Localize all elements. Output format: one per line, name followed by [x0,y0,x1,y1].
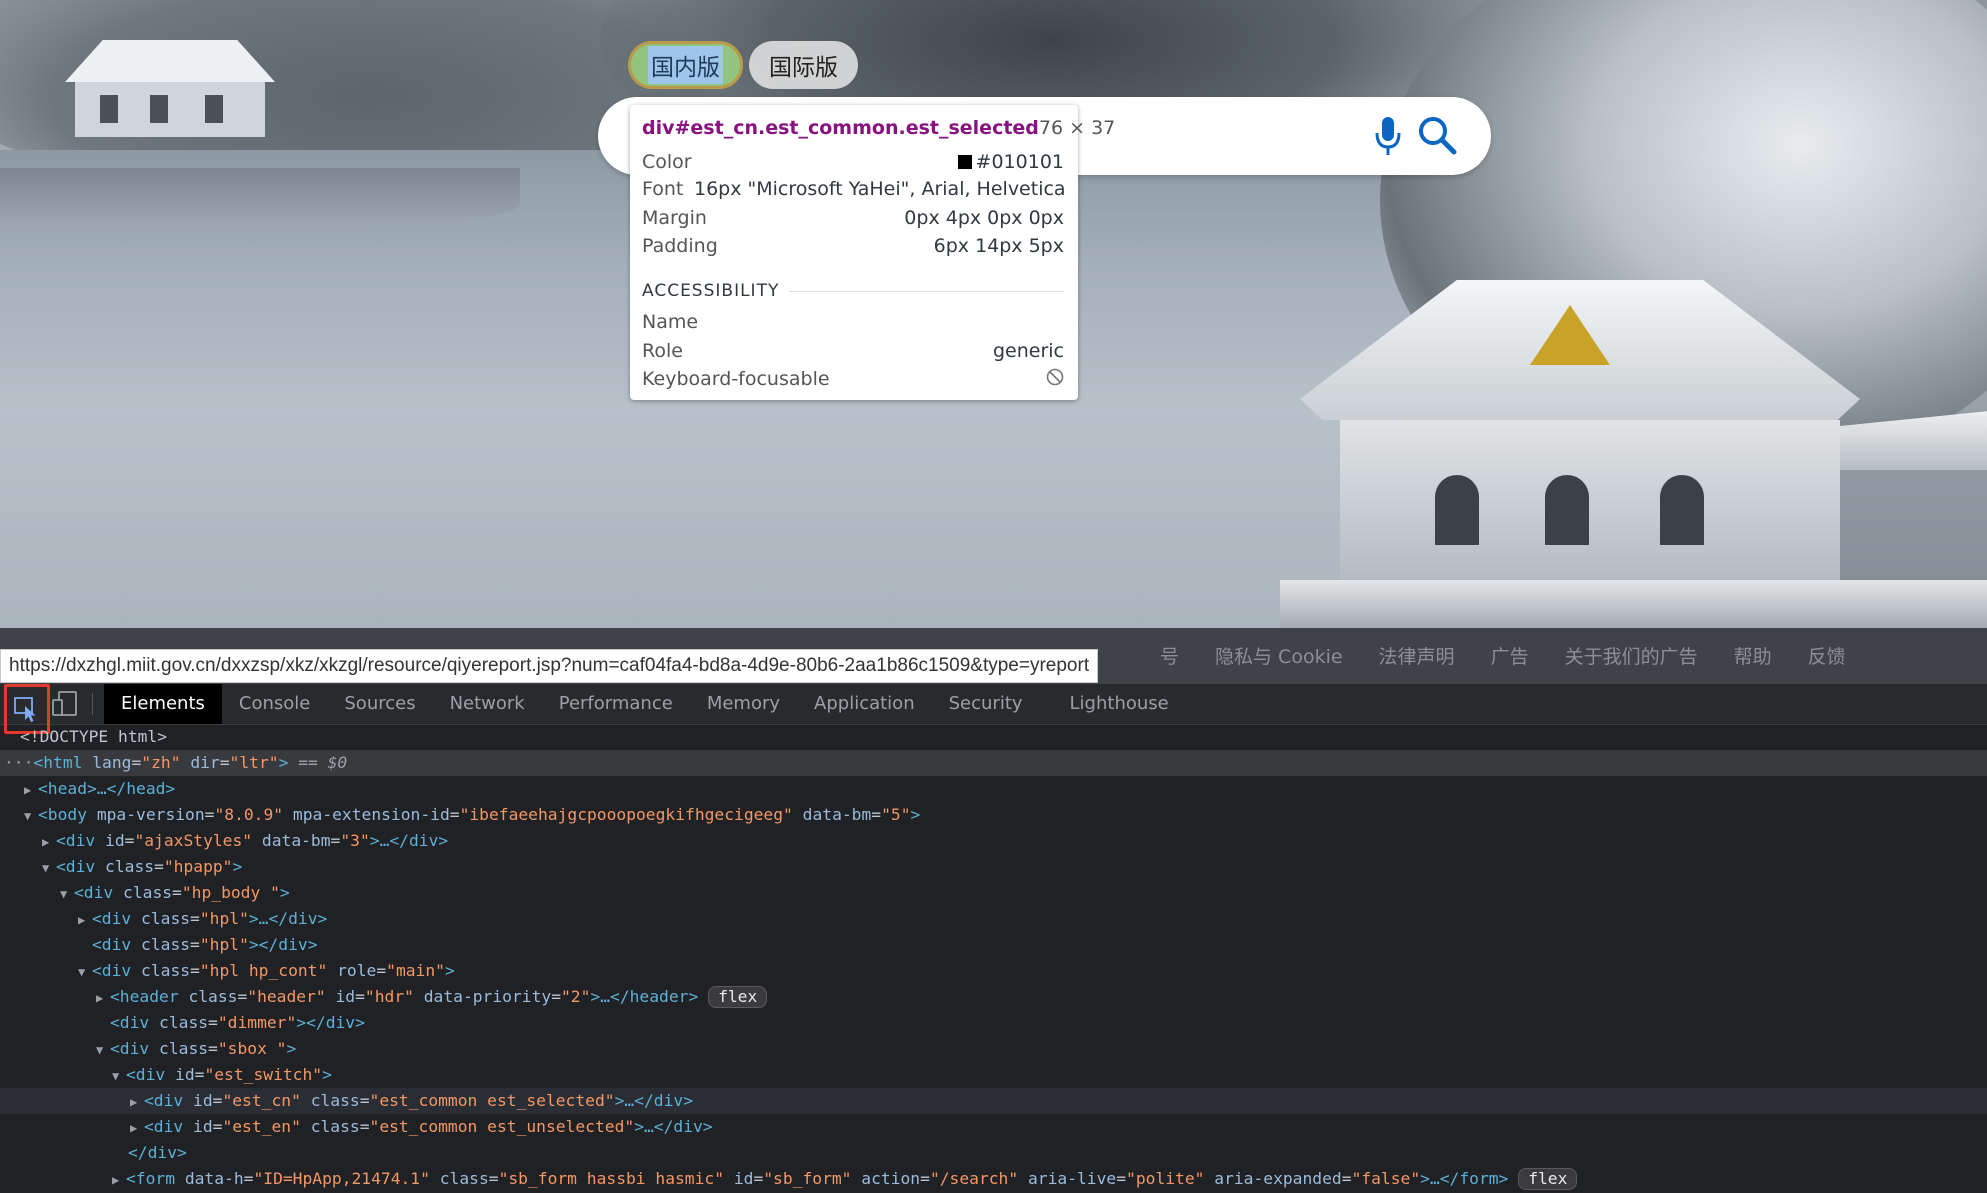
tab-security[interactable]: Security [932,684,1053,724]
dom-line-hp-cont[interactable]: ▼ <div class="hpl hp_cont" role="main"> [0,958,1987,984]
role-label: Role [642,340,683,362]
focusable-label: Keyboard-focusable [642,368,830,390]
tooltip-font-row: Font 16px "Microsoft YaHei", Arial, Helv… [642,178,1064,200]
tooltip-name-row: Name [642,311,1064,333]
color-value: #010101 [975,151,1064,173]
expand-triangle-icon: ▶ [96,991,104,1005]
page-viewport: 国内版 国际版 div#est_cn.est_common.est_select… [0,0,1987,628]
accessibility-heading: ACCESSIBILITY [642,281,1064,301]
background-shore [0,168,520,228]
dom-line-ajaxstyles[interactable]: ▶ <div id="ajaxStyles" data-bm="3">…</div… [0,828,1987,854]
tooltip-size: 76 × 37 [1038,117,1116,139]
tab-elements[interactable]: Elements [104,684,222,724]
dom-line-sbox[interactable]: ▼ <div class="sbox "> [0,1036,1987,1062]
dom-line-hpapp[interactable]: ▼ <div class="hpapp"> [0,854,1987,880]
dom-line-header[interactable]: ▶ <header class="header" id="hdr" data-pr… [0,984,1987,1010]
expand-triangle-icon: ▶ [78,913,86,927]
devtools-toolbar: Elements Console Sources Network Perform… [0,684,1987,734]
name-label: Name [642,311,699,333]
footer-link-legal[interactable]: 法律声明 [1379,642,1455,669]
collapse-triangle-icon: ▼ [96,1043,104,1057]
domestic-version-tab[interactable]: 国内版 [628,41,743,89]
role-value: generic [992,340,1064,362]
tooltip-role-row: Role generic [642,340,1064,362]
margin-label: Margin [642,207,707,229]
tooltip-padding-row: Padding 6px 14px 5px [642,235,1064,257]
expand-triangle-icon: ▶ [130,1095,138,1109]
tooltip-selector: #est_cn.est_common.est_selected [674,117,1039,139]
footer-link-privacy[interactable]: 隐私与 Cookie [1215,642,1343,669]
color-swatch [957,155,972,169]
tooltip-focusable-row: Keyboard-focusable [642,368,1064,390]
dom-tree: <!DOCTYPE html> ···<html lang="zh" dir="… [0,724,1987,1190]
background-pavilion [1280,250,1987,628]
dom-line-hp-body[interactable]: ▼ <div class="hp_body "> [0,880,1987,906]
devtools-panel: Elements Console Sources Network Perform… [0,684,1987,1190]
footer-link-feedback[interactable]: 反馈 [1808,642,1846,669]
tab-application[interactable]: Application [797,684,932,724]
font-value: 16px "Microsoft YaHei", Arial, Helvetica… [694,178,1064,200]
footer-links: 号 隐私与 Cookie 法律声明 广告 关于我们的广告 帮助 反馈 [1160,642,1846,669]
footer-link-help[interactable]: 帮助 [1734,642,1772,669]
collapse-triangle-icon: ▼ [24,809,32,823]
dom-line-body[interactable]: ▼ <body mpa-version="8.0.9" mpa-extension… [0,802,1987,828]
flex-badge[interactable]: flex [1518,1168,1578,1190]
devtools-tabs: Elements Console Sources Network Perform… [104,684,1186,724]
dom-line-hpl-2[interactable]: <div class="hpl"></div> [0,932,1987,958]
status-bar-url: https://dxzhgl.miit.gov.cn/dxxzsp/xkz/xk… [0,649,1099,683]
collapse-triangle-icon: ▼ [60,887,68,901]
tab-lighthouse[interactable]: Lighthouse [1053,684,1186,724]
dom-line-sb-form[interactable]: ▶ <form data-h="ID=HpApp,21474.1" class="… [0,1166,1987,1192]
dom-line-est-cn[interactable]: ▶ <div id="est_cn" class="est_common est_… [0,1088,1987,1114]
color-label: Color [642,151,692,173]
collapse-triangle-icon: ▼ [78,965,86,979]
dom-line-doctype[interactable]: <!DOCTYPE html> [0,724,1987,750]
flex-badge[interactable]: flex [708,986,768,1008]
dom-line-est-switch-close[interactable]: </div> [0,1140,1987,1166]
not-focusable-icon [1046,368,1064,386]
scope-switch: 国内版 国际版 [628,40,858,90]
font-label: Font [642,178,684,200]
tooltip-color-row: Color #010101 [642,151,1064,173]
tab-memory[interactable]: Memory [690,684,797,724]
padding-label: Padding [642,235,718,257]
expand-triangle-icon: ▶ [42,835,50,849]
margin-value: 0px 4px 0px 0px [904,207,1064,229]
footer-link-ads[interactable]: 广告 [1491,642,1529,669]
microphone-icon[interactable] [1373,115,1403,157]
tab-sources[interactable]: Sources [327,684,432,724]
toolbar-separator [92,693,93,715]
footer-link[interactable]: 号 [1160,642,1179,669]
tooltip-header: div#est_cn.est_common.est_selected 76 × … [642,117,1115,139]
dom-line-est-switch[interactable]: ▼ <div id="est_switch"> [0,1062,1987,1088]
tab-console[interactable]: Console [222,684,327,724]
background-house [55,40,285,150]
search-icon[interactable] [1417,115,1457,155]
dom-line-est-en[interactable]: ▶ <div id="est_en" class="est_common est_… [0,1114,1987,1140]
footer-link-about-ads[interactable]: 关于我们的广告 [1565,642,1698,669]
dom-line-html[interactable]: ···<html lang="zh" dir="ltr"> == $0 [0,750,1987,776]
expand-triangle-icon: ▶ [112,1173,120,1187]
tooltip-selector-tag: div [642,117,675,139]
dom-line-dimmer[interactable]: <div class="dimmer"></div> [0,1010,1987,1036]
collapse-triangle-icon: ▼ [42,861,50,875]
international-version-tab[interactable]: 国际版 [749,41,858,89]
padding-value: 6px 14px 5px [933,235,1064,257]
tooltip-margin-row: Margin 0px 4px 0px 0px [642,207,1064,229]
collapse-triangle-icon: ▼ [112,1069,120,1083]
tab-network[interactable]: Network [433,684,542,724]
dom-line-hpl-1[interactable]: ▶ <div class="hpl">…</div> [0,906,1987,932]
dom-line-head[interactable]: ▶ <head>…</head> [0,776,1987,802]
expand-triangle-icon: ▶ [24,783,32,797]
inspector-tooltip: div#est_cn.est_common.est_selected 76 × … [630,105,1115,400]
tab-performance[interactable]: Performance [542,684,690,724]
expand-triangle-icon: ▶ [130,1121,138,1135]
device-toolbar-icon[interactable] [50,690,80,718]
